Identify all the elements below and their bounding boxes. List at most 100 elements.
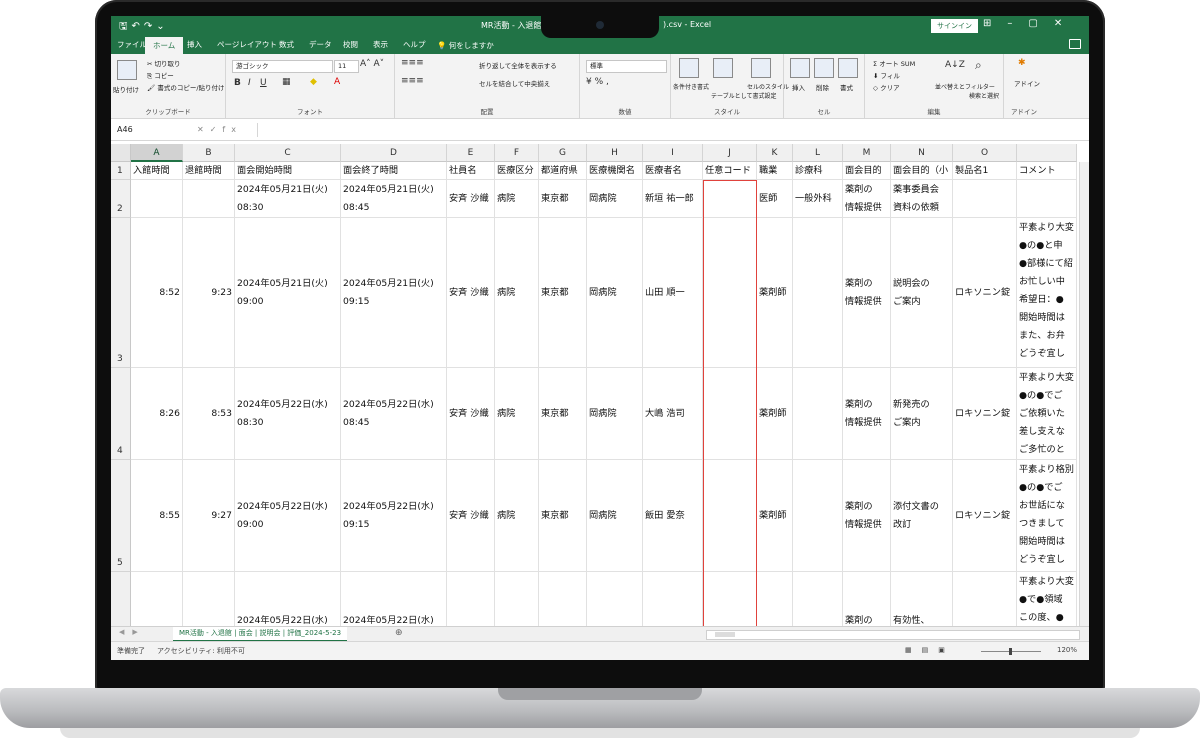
insert-cells-icon[interactable] bbox=[790, 58, 810, 78]
table-cell[interactable] bbox=[495, 572, 539, 626]
table-cell[interactable]: 岡病院 bbox=[587, 460, 643, 572]
autosum-button[interactable]: Σ オート SUM bbox=[873, 58, 915, 68]
tab-view[interactable]: 表示 bbox=[373, 39, 388, 50]
format-cells-icon[interactable] bbox=[838, 58, 858, 78]
addin-icon[interactable]: ✱ bbox=[1018, 58, 1026, 68]
header-cell[interactable]: 医療機関名 bbox=[587, 162, 643, 180]
bold-icon[interactable]: B bbox=[234, 78, 241, 88]
table-cell[interactable]: 有効性、 bbox=[891, 572, 953, 626]
select-all-corner[interactable] bbox=[111, 144, 131, 162]
table-cell[interactable]: 平素より大変 ●の●と申 ●部様にて紹 お忙しい中 希望日：● 開始時間は また、お弁 どうぞ… bbox=[1017, 218, 1077, 368]
currency-icon[interactable]: ¥ % , bbox=[586, 77, 609, 87]
table-cell[interactable]: 安斉 沙織 bbox=[447, 368, 495, 460]
column-header[interactable]: E bbox=[447, 144, 495, 162]
table-cell[interactable]: 薬剤の 情報提供 bbox=[843, 368, 891, 460]
border-icon[interactable]: ▦ bbox=[282, 77, 291, 87]
column-header[interactable]: L bbox=[793, 144, 843, 162]
tell-me-search[interactable]: 💡 何をしますか bbox=[437, 40, 494, 51]
table-cell[interactable] bbox=[183, 180, 235, 218]
table-cell[interactable]: 岡病院 bbox=[587, 180, 643, 218]
table-cell[interactable] bbox=[793, 368, 843, 460]
tab-review[interactable]: 校閲 bbox=[343, 39, 358, 50]
zoom-slider-knob[interactable] bbox=[1009, 648, 1012, 655]
row-header[interactable]: 1 bbox=[111, 162, 131, 180]
find-select-button[interactable]: 検索と選択 bbox=[969, 91, 999, 100]
header-cell[interactable]: 面会終了時間 bbox=[341, 162, 447, 180]
row-header[interactable]: 2 bbox=[111, 180, 131, 218]
name-box[interactable]: A46 bbox=[115, 123, 177, 137]
table-cell[interactable]: 添付文書の 改訂 bbox=[891, 460, 953, 572]
header-cell[interactable]: 製品名1 bbox=[953, 162, 1017, 180]
number-format-select[interactable]: 標準 bbox=[586, 60, 667, 73]
column-header[interactable]: J bbox=[703, 144, 757, 162]
header-cell[interactable]: 社員名 bbox=[447, 162, 495, 180]
table-cell[interactable]: 東京都 bbox=[539, 218, 587, 368]
cut-button[interactable]: ✂ 切り取り bbox=[147, 58, 181, 68]
row-header[interactable]: 3 bbox=[111, 218, 131, 368]
table-cell[interactable]: 説明会の ご案内 bbox=[891, 218, 953, 368]
table-cell[interactable]: 2024年05月21日(火) 09:15 bbox=[341, 218, 447, 368]
table-cell[interactable]: 2024年05月21日(火) 09:00 bbox=[235, 218, 341, 368]
table-cell[interactable]: ロキソニン錠 bbox=[953, 218, 1017, 368]
header-cell[interactable]: 職業 bbox=[757, 162, 793, 180]
paste-icon[interactable] bbox=[117, 60, 137, 80]
table-cell[interactable]: 8:26 bbox=[131, 368, 183, 460]
grow-font-icon[interactable]: A˄ A˅ bbox=[360, 59, 384, 69]
table-cell[interactable]: 安斉 沙織 bbox=[447, 218, 495, 368]
table-cell[interactable]: 東京都 bbox=[539, 180, 587, 218]
table-cell[interactable]: 大嶋 浩司 bbox=[643, 368, 703, 460]
table-cell[interactable]: 飯田 愛奈 bbox=[643, 460, 703, 572]
tab-file[interactable]: ファイル bbox=[117, 39, 147, 50]
column-header[interactable]: C bbox=[235, 144, 341, 162]
table-cell[interactable]: 2024年05月22日(水) bbox=[341, 572, 447, 626]
table-cell[interactable]: 薬剤の 情報提供 bbox=[843, 180, 891, 218]
table-cell[interactable]: 2024年05月22日(水) bbox=[235, 572, 341, 626]
align-left-icon[interactable]: ≡≡≡ bbox=[401, 76, 424, 86]
window-controls[interactable]: ⊞–▢✕ bbox=[983, 18, 1078, 29]
conditional-format-button[interactable]: 条件付き書式 bbox=[673, 82, 709, 91]
table-cell[interactable]: 病院 bbox=[495, 368, 539, 460]
table-format-icon[interactable] bbox=[713, 58, 733, 78]
format-painter-button[interactable]: 🖌 書式のコピー/貼り付け bbox=[147, 82, 225, 92]
quick-access-toolbar[interactable]: 🖫↶↷⌄ bbox=[119, 19, 169, 36]
fx-icon[interactable]: ✕✓fx bbox=[197, 125, 242, 134]
fill-color-icon[interactable]: ◆ bbox=[310, 77, 317, 87]
table-cell[interactable] bbox=[793, 572, 843, 626]
table-cell[interactable]: 2024年05月21日(火) 08:30 bbox=[235, 180, 341, 218]
insert-cells-button[interactable]: 挿入 bbox=[792, 82, 805, 92]
column-header[interactable]: O bbox=[953, 144, 1017, 162]
delete-cells-button[interactable]: 削除 bbox=[816, 82, 829, 92]
table-cell[interactable] bbox=[131, 572, 183, 626]
horizontal-scrollbar[interactable] bbox=[706, 630, 1080, 640]
new-sheet-icon[interactable]: ⊕ bbox=[395, 628, 403, 638]
table-cell[interactable] bbox=[703, 218, 757, 368]
font-size-select[interactable]: 11 bbox=[334, 60, 359, 73]
row-header[interactable]: 4 bbox=[111, 368, 131, 460]
cell-styles-icon[interactable] bbox=[751, 58, 771, 78]
table-cell[interactable] bbox=[953, 180, 1017, 218]
table-cell[interactable] bbox=[703, 180, 757, 218]
tab-home[interactable]: ホーム bbox=[145, 37, 184, 54]
column-header[interactable]: N bbox=[891, 144, 953, 162]
tab-data[interactable]: データ bbox=[309, 39, 332, 50]
sheet-nav-arrows[interactable]: ◀▶ bbox=[119, 628, 146, 636]
column-header[interactable]: K bbox=[757, 144, 793, 162]
table-cell[interactable] bbox=[757, 572, 793, 626]
copy-button[interactable]: ⎘ コピー bbox=[147, 70, 174, 81]
accessibility-status[interactable]: アクセシビリティ: 利用不可 bbox=[157, 646, 245, 656]
table-cell[interactable] bbox=[703, 460, 757, 572]
wrap-text-button[interactable]: 折り返して全体を表示する bbox=[479, 60, 557, 70]
view-buttons[interactable]: ▦▤▣ bbox=[905, 646, 955, 654]
table-cell[interactable] bbox=[131, 180, 183, 218]
sort-filter-button[interactable]: 並べ替えとフィルター bbox=[935, 82, 995, 91]
table-cell[interactable]: 東京都 bbox=[539, 368, 587, 460]
table-cell[interactable]: 2024年05月22日(水) 09:15 bbox=[341, 460, 447, 572]
underline-icon[interactable]: U bbox=[260, 78, 267, 88]
addin-button[interactable]: アドイン bbox=[1014, 78, 1040, 88]
table-cell[interactable]: 薬剤師 bbox=[757, 368, 793, 460]
header-cell[interactable]: 入館時間 bbox=[131, 162, 183, 180]
table-cell[interactable]: 安斉 沙織 bbox=[447, 460, 495, 572]
tab-formulas[interactable]: 数式 bbox=[279, 39, 294, 50]
table-cell[interactable]: 山田 順一 bbox=[643, 218, 703, 368]
table-cell[interactable]: 薬剤の 情報提供 bbox=[843, 218, 891, 368]
